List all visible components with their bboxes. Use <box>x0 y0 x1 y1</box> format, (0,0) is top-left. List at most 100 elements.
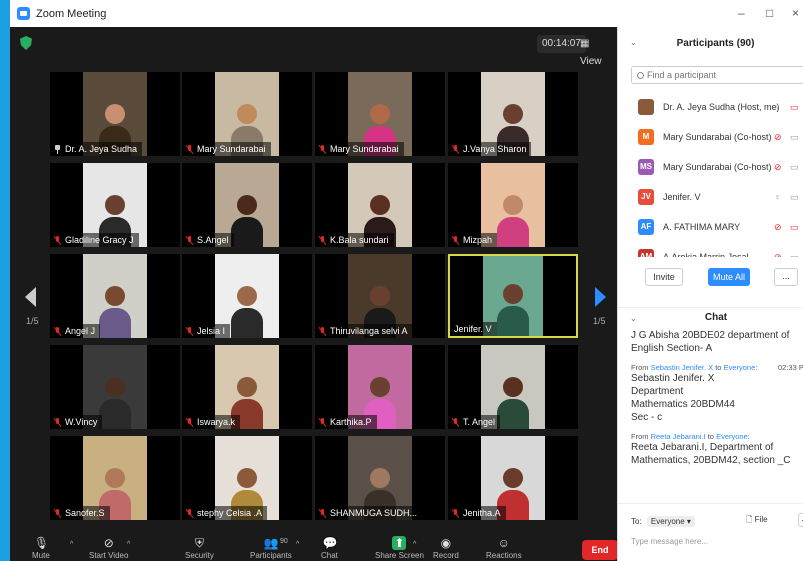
previous-page-arrow-icon[interactable] <box>25 287 36 307</box>
collapse-chevron-icon[interactable]: ⌄ <box>630 38 637 47</box>
toolbar-start-video-button[interactable]: ⊘ Start Video <box>89 533 128 561</box>
video-tile[interactable]: Angel J <box>50 254 180 338</box>
participant-row[interactable]: JV Jenifer. V ♀ ▭ <box>618 182 803 212</box>
recipient-name[interactable]: Everyone <box>724 363 756 372</box>
toolbar-record-button[interactable]: ◉ Record <box>433 533 459 561</box>
recipient-dropdown[interactable]: Everyone ▾ <box>646 516 695 527</box>
recipient-name[interactable]: Everyone <box>716 432 748 441</box>
chat-message-meta: From Sebastin Jenifer. X to Everyone: 02:… <box>631 363 803 372</box>
meta-colon: : <box>755 363 758 372</box>
participant-name: Mary Sundarabai (Co-host) <box>663 162 772 172</box>
participant-name-bar: SHANMUGA SUDH... <box>315 506 423 520</box>
video-tile[interactable]: Karthika.P <box>315 345 445 429</box>
participant-row[interactable]: AM A.Arokia Marrin Jesal ⊘ ▭ <box>618 242 803 257</box>
caret-up-icon[interactable]: ^ <box>127 541 130 548</box>
video-tile[interactable]: Gladiline Gracy J <box>50 163 180 247</box>
participant-figure <box>497 377 529 429</box>
video-tile[interactable]: K.Bala sundari <box>315 163 445 247</box>
participant-row[interactable]: M Mary Sundarabai (Co-host) ⊘ ▭ <box>618 122 803 152</box>
participant-body <box>99 399 131 429</box>
participant-body <box>497 399 529 429</box>
video-tile[interactable]: Mizpah <box>448 163 578 247</box>
participant-name: Iswarya.k <box>197 417 236 427</box>
sender-name[interactable]: Reeta Jebarani.I <box>651 432 706 441</box>
close-button[interactable]: × <box>792 6 799 20</box>
caret-up-icon[interactable]: ^ <box>296 541 299 548</box>
mic-muted-icon <box>452 235 459 245</box>
video-tile[interactable]: T. Angel <box>448 345 578 429</box>
participant-head <box>105 104 125 124</box>
caret-up-icon[interactable]: ^ <box>70 541 73 548</box>
participant-body <box>231 308 263 338</box>
microphone-icon: ♀ <box>774 192 781 202</box>
mute-all-button[interactable]: Mute All <box>708 268 750 286</box>
video-tile[interactable]: Jenifer. V <box>448 254 578 338</box>
reactions-icon: ☺ <box>497 536 510 550</box>
mic-muted-icon <box>186 326 193 336</box>
participant-figure <box>99 377 131 429</box>
participant-name: Thiruvilanga selvi A <box>330 326 408 336</box>
video-tile[interactable]: Dr. A. Jeya Sudha <box>50 72 180 156</box>
video-tile[interactable]: Jenitha.A <box>448 436 578 520</box>
video-tile[interactable]: W.Vincy <box>50 345 180 429</box>
video-tile[interactable]: SHANMUGA SUDH... <box>315 436 445 520</box>
participants-more-button[interactable]: ... <box>774 268 798 286</box>
from-word: From <box>631 432 651 441</box>
participant-list: Dr. A. Jeya Sudha (Host, me) ♀ ▭ M Mary Sund… <box>618 92 803 257</box>
video-off-icon: ▭ <box>790 222 799 232</box>
toolbar-label: Share Screen <box>375 551 424 560</box>
video-tile[interactable]: stephy Celsia .A <box>182 436 312 520</box>
participant-head <box>237 468 257 488</box>
participant-head <box>503 104 523 124</box>
participant-body <box>231 217 263 247</box>
mic-muted-icon <box>319 235 326 245</box>
meta-colon: : <box>747 432 750 441</box>
video-tile[interactable]: Mary Sundarabai <box>315 72 445 156</box>
participant-name-bar: Angel J <box>50 324 101 338</box>
mic-muted-icon: ⊘ <box>774 162 782 172</box>
video-icon: ▭ <box>790 132 799 142</box>
participant-name: SHANMUGA SUDH... <box>330 508 418 518</box>
video-tile[interactable]: Iswarya.k <box>182 345 312 429</box>
view-button[interactable]: ▦ View <box>580 35 613 67</box>
zoom-window: Zoom Meeting – □ × 00:14:07 ▦ View 1/5 1… <box>10 0 803 561</box>
participant-name: S.Angel <box>197 235 229 245</box>
zoom-app-icon <box>17 7 30 20</box>
participants-icon: 👥 <box>263 536 279 550</box>
file-button[interactable]: 🗋 File <box>746 514 768 528</box>
chat-more-button[interactable]: ... <box>798 513 803 527</box>
video-tile[interactable]: Jelsia I <box>182 254 312 338</box>
security-shield-icon[interactable] <box>20 36 32 50</box>
mic-muted-icon <box>54 508 61 518</box>
video-stage: 00:14:07 ▦ View 1/5 1/5 Dr. A. Jeya Sudh… <box>10 27 613 561</box>
next-page-arrow-icon[interactable] <box>595 287 606 307</box>
caret-up-icon[interactable]: ^ <box>413 541 416 548</box>
participant-row[interactable]: AF A. FATHIMA MARY ⊘ ▭ <box>618 212 803 242</box>
microphone-icon: 🎙 <box>33 536 50 550</box>
toolbar-chat-button[interactable]: 💬 Chat <box>321 533 338 561</box>
toolbar-label: Record <box>433 551 459 560</box>
toolbar-share-screen-button[interactable]: ⬆ Share Screen <box>375 533 424 561</box>
video-tile[interactable]: J.Vanya Sharon <box>448 72 578 156</box>
video-tile[interactable]: S.Angel <box>182 163 312 247</box>
end-meeting-button[interactable]: End <box>582 540 618 560</box>
invite-button[interactable]: Invite <box>645 268 683 286</box>
sender-name[interactable]: Sebastin Jenifer. X <box>651 363 714 372</box>
side-panel: ⌄ Participants (90) Find a participant D… <box>617 27 803 561</box>
toolbar-label: Start Video <box>89 551 129 560</box>
participant-name: Jelsia I <box>197 326 226 336</box>
video-tile[interactable]: Thiruvilanga selvi A <box>315 254 445 338</box>
minimize-button[interactable]: – <box>738 6 745 20</box>
toolbar-security-button[interactable]: ⛨ Security <box>185 533 214 561</box>
video-tile[interactable]: Sanofer.S <box>50 436 180 520</box>
toolbar-mute-button[interactable]: 🎙 Mute <box>32 533 50 561</box>
maximize-button[interactable]: □ <box>766 6 773 20</box>
video-off-icon: ⊘ <box>103 536 114 550</box>
video-tile[interactable]: Mary Sundarabai <box>182 72 312 156</box>
participant-row[interactable]: MS Mary Sundarabai (Co-host) ⊘ ▭ <box>618 152 803 182</box>
chat-message-input[interactable]: Type message here... <box>631 537 708 546</box>
participant-row[interactable]: Dr. A. Jeya Sudha (Host, me) ♀ ▭ <box>618 92 803 122</box>
participant-name: J.Vanya Sharon <box>463 144 527 154</box>
participant-search-input[interactable]: Find a participant <box>631 66 803 84</box>
toolbar-reactions-button[interactable]: ☺ Reactions <box>486 533 522 561</box>
